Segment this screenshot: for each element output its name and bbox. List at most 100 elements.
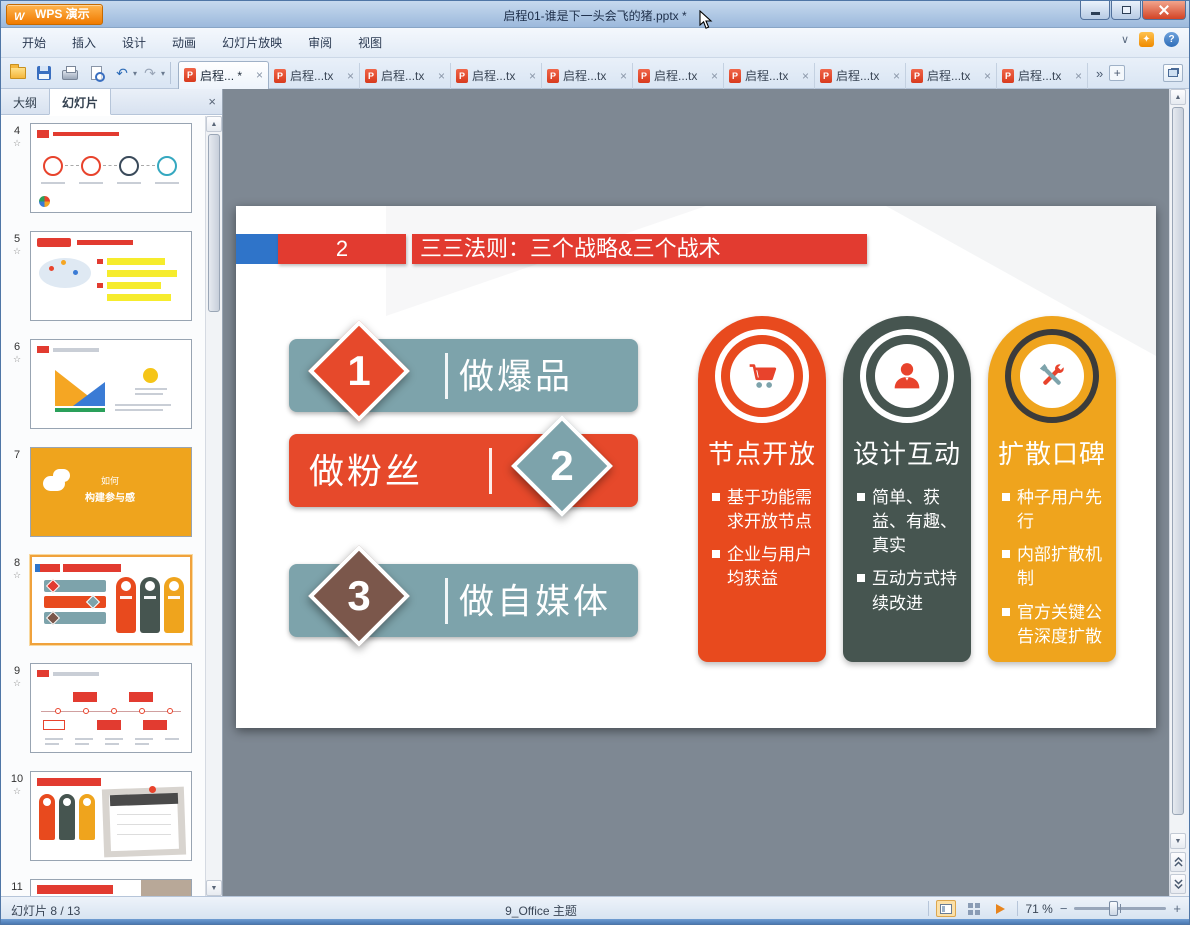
document-tab[interactable]: P 启程...tx × bbox=[997, 62, 1089, 89]
menu-slideshow[interactable]: 幻灯片放映 bbox=[209, 29, 295, 56]
zoom-out-button[interactable]: − bbox=[1060, 902, 1068, 915]
slide-thumbnail-7[interactable]: 如何 构建参与感 bbox=[30, 447, 192, 537]
pptx-file-icon: P bbox=[274, 68, 287, 83]
document-tab[interactable]: P 启程...tx × bbox=[451, 62, 543, 89]
tab-close-icon[interactable]: × bbox=[984, 70, 991, 82]
main-scrollbar[interactable]: ▲ ▼ bbox=[1169, 89, 1186, 896]
slide-thumbnail-4[interactable] bbox=[30, 123, 192, 213]
menu-animation[interactable]: 动画 bbox=[159, 29, 209, 56]
thumbnail-preview bbox=[31, 772, 191, 860]
help-icon[interactable]: ? bbox=[1164, 32, 1179, 47]
zoom-level: 71 % bbox=[1025, 901, 1053, 916]
card-icon-ring bbox=[860, 329, 954, 423]
document-tab[interactable]: P 启程...tx × bbox=[269, 62, 361, 89]
tab-close-icon[interactable]: × bbox=[347, 70, 354, 82]
tab-slides[interactable]: 幻灯片 bbox=[49, 89, 112, 115]
slide-thumbnail-5[interactable] bbox=[30, 231, 192, 321]
panel-scrollbar-thumb[interactable] bbox=[208, 134, 220, 312]
restore-button[interactable] bbox=[1111, 1, 1141, 20]
thumbnail-list: 4 ☆ 5 ☆ 6 ☆ 7 如何 构建参与感 8 ☆ 9 ☆ 10 ☆ 11 bbox=[1, 116, 205, 896]
toolbar-separator bbox=[170, 62, 172, 84]
status-bar: 幻灯片 8 / 13 9_Office 主题 71 % − + bbox=[1, 896, 1189, 919]
print-preview-button[interactable] bbox=[84, 61, 108, 85]
scroll-down-icon[interactable]: ▼ bbox=[1170, 833, 1186, 849]
slide-sorter-button[interactable] bbox=[963, 900, 983, 917]
document-tab[interactable]: P 启程...tx × bbox=[906, 62, 998, 89]
menu-home[interactable]: 开始 bbox=[9, 29, 59, 56]
tab-close-icon[interactable]: × bbox=[893, 70, 900, 82]
card-title: 设计互动 bbox=[852, 439, 961, 469]
document-tab[interactable]: P 启程...tx × bbox=[815, 62, 907, 89]
tab-overflow-button[interactable]: » bbox=[1096, 66, 1103, 81]
redo-icon: ↷ bbox=[144, 65, 156, 81]
next-slide-button[interactable] bbox=[1170, 874, 1186, 894]
document-tab-active[interactable]: P 启程... * × bbox=[178, 60, 270, 89]
slide-thumbnail-11[interactable] bbox=[30, 879, 192, 896]
open-button[interactable] bbox=[6, 61, 30, 85]
scroll-down-icon[interactable]: ▼ bbox=[206, 880, 222, 896]
section-number-box[interactable]: 2 bbox=[278, 234, 406, 264]
tab-close-icon[interactable]: × bbox=[529, 70, 536, 82]
save-button[interactable] bbox=[32, 61, 56, 85]
divider-line bbox=[445, 578, 448, 624]
collapse-ribbon-icon[interactable]: ∨ bbox=[1121, 33, 1129, 46]
redo-button[interactable]: ↷ bbox=[138, 61, 162, 85]
slide-thumbnail-6[interactable] bbox=[30, 339, 192, 429]
document-tab[interactable]: P 启程...tx × bbox=[633, 62, 725, 89]
redo-caret-icon[interactable]: ▾ bbox=[161, 69, 165, 78]
slide-thumbnail-9[interactable] bbox=[30, 663, 192, 753]
scroll-up-icon[interactable]: ▲ bbox=[206, 116, 222, 132]
undo-button[interactable]: ↶ bbox=[110, 61, 134, 85]
header-blue-accent[interactable] bbox=[236, 234, 278, 264]
normal-view-button[interactable] bbox=[936, 900, 957, 917]
menu-design[interactable]: 设计 bbox=[109, 29, 159, 56]
slide-thumbnail-10[interactable] bbox=[30, 771, 192, 861]
document-tab[interactable]: P 启程...tx × bbox=[724, 62, 816, 89]
tab-close-icon[interactable]: × bbox=[256, 69, 263, 81]
wps-menu-button[interactable]: W WPS 演示 bbox=[6, 4, 103, 25]
animation-star-icon: ☆ bbox=[12, 138, 22, 149]
menu-review[interactable]: 审阅 bbox=[295, 29, 345, 56]
print-button[interactable] bbox=[58, 61, 82, 85]
slide-thumbnail-8-selected[interactable] bbox=[30, 555, 192, 645]
slide-canvas[interactable]: 2 三三法则：三个战略&三个战术 做爆品 做粉丝 做自媒体 1 2 3 节点开放… bbox=[223, 89, 1169, 896]
tab-close-icon[interactable]: × bbox=[1075, 70, 1082, 82]
zoom-slider-thumb[interactable] bbox=[1109, 901, 1119, 916]
tools-icon bbox=[1020, 344, 1084, 408]
tab-close-icon[interactable]: × bbox=[438, 70, 445, 82]
menu-insert[interactable]: 插入 bbox=[59, 29, 109, 56]
bullet-item: 基于功能需求开放节点 bbox=[712, 486, 818, 534]
minimize-button[interactable] bbox=[1080, 1, 1110, 20]
tactic-card-spread[interactable]: 扩散口碑 种子用户先行 内部扩散机制 官方关键公告深度扩散 bbox=[988, 316, 1116, 662]
close-button[interactable] bbox=[1142, 1, 1186, 20]
main-scrollbar-thumb[interactable] bbox=[1172, 107, 1184, 815]
thumbnail-number: 6 ☆ bbox=[7, 341, 27, 365]
tab-list-button[interactable] bbox=[1163, 64, 1183, 82]
scroll-up-icon[interactable]: ▲ bbox=[1170, 89, 1186, 105]
card-bullets: 简单、获益、有趣、真实 互动方式持续改进 bbox=[857, 486, 963, 616]
document-tab[interactable]: P 启程...tx × bbox=[542, 62, 634, 89]
undo-caret-icon[interactable]: ▾ bbox=[133, 69, 137, 78]
tab-close-icon[interactable]: × bbox=[802, 70, 809, 82]
slide-title-banner[interactable]: 三三法则：三个战略&三个战术 bbox=[412, 234, 867, 264]
menu-view[interactable]: 视图 bbox=[345, 29, 395, 56]
slideshow-button[interactable] bbox=[990, 900, 1010, 917]
tab-outline[interactable]: 大纲 bbox=[1, 89, 49, 115]
slide-editing-area[interactable]: 2 三三法则：三个战略&三个战术 做爆品 做粉丝 做自媒体 1 2 3 节点开放… bbox=[236, 206, 1156, 728]
panel-close-icon[interactable]: × bbox=[208, 94, 216, 109]
thumbnail-number: 9 ☆ bbox=[7, 665, 27, 689]
tactic-card-interaction[interactable]: 设计互动 简单、获益、有趣、真实 互动方式持续改进 bbox=[843, 316, 971, 662]
skin-icon[interactable]: ✦ bbox=[1139, 32, 1154, 47]
normal-view-ic bbox=[940, 903, 953, 914]
tab-close-icon[interactable]: × bbox=[620, 70, 627, 82]
zoom-slider[interactable] bbox=[1074, 901, 1167, 916]
new-tab-button[interactable]: + bbox=[1109, 65, 1126, 81]
previous-slide-button[interactable] bbox=[1170, 852, 1186, 872]
tactic-card-nodes[interactable]: 节点开放 基于功能需求开放节点 企业与用户均获益 bbox=[698, 316, 826, 662]
card-title: 节点开放 bbox=[707, 439, 816, 469]
panel-scrollbar[interactable]: ▲ ▼ bbox=[205, 116, 222, 896]
tab-close-icon[interactable]: × bbox=[711, 70, 718, 82]
zoom-in-button[interactable]: + bbox=[1173, 902, 1181, 915]
person-icon bbox=[875, 344, 939, 408]
document-tab[interactable]: P 启程...tx × bbox=[360, 62, 452, 89]
